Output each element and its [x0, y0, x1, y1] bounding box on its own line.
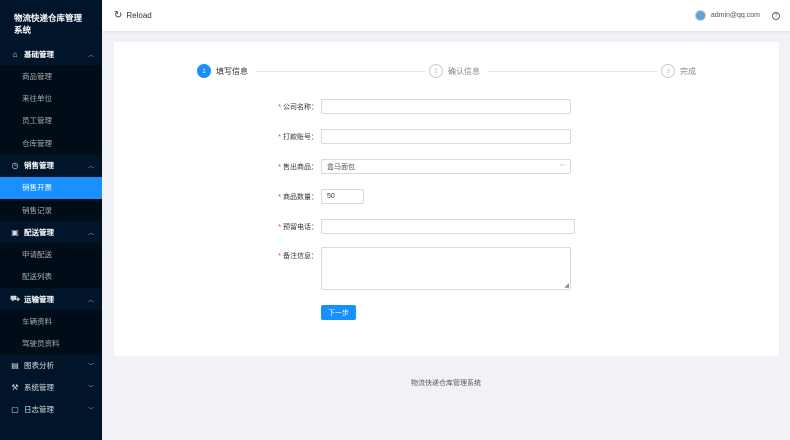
- truck-icon: ▣: [11, 227, 19, 237]
- menu-item-drivers[interactable]: 驾驶员资料: [0, 333, 102, 355]
- help-icon[interactable]: ?: [772, 11, 780, 20]
- menu-group-sales[interactable]: ◷ 销售管理 ︿: [0, 155, 102, 177]
- product-label: * 售出商品：: [278, 163, 318, 171]
- resize-handle-icon[interactable]: ◢: [564, 282, 569, 289]
- menu-item-apply-delivery[interactable]: 申请配送: [0, 243, 102, 265]
- menu-item-partners[interactable]: 来往单位: [0, 87, 102, 109]
- step-connector: [487, 71, 657, 72]
- step-connector: [255, 71, 425, 72]
- menu-group-charts[interactable]: ▤ 图表分析 ﹀: [0, 355, 102, 377]
- chevron-down-icon: ﹀: [558, 165, 565, 171]
- remark-textarea[interactable]: ◢: [321, 247, 571, 290]
- avatar[interactable]: [694, 10, 706, 21]
- top-header: ↻ Reload admin@qq.com ?: [102, 0, 790, 31]
- clock-icon: ◷: [11, 161, 19, 171]
- next-step-button[interactable]: 下一步: [321, 305, 356, 320]
- phone-input[interactable]: [321, 219, 575, 234]
- home-icon: ⌂: [12, 49, 18, 59]
- reload-icon: ↻: [114, 10, 123, 21]
- quantity-label: * 商品数量：: [278, 193, 318, 201]
- menu-group-basic[interactable]: ⌂ 基础管理 ︿: [0, 43, 102, 65]
- footer-text: 物流快递仓库管理系统: [411, 380, 481, 387]
- chevron-down-icon: ﹀: [87, 386, 94, 393]
- company-label: * 公司名称：: [278, 103, 318, 111]
- menu-group-system[interactable]: ⚒ 系统管理 ﹀: [0, 377, 102, 399]
- menu-group-delivery[interactable]: ▣ 配送管理 ︿: [0, 221, 102, 243]
- menu-item-sales-records[interactable]: 销售记录: [0, 199, 102, 221]
- transport-icon: ⛟: [10, 294, 21, 304]
- chevron-down-icon: ﹀: [87, 364, 94, 371]
- company-name-input[interactable]: [321, 99, 571, 114]
- menu-item-sales-invoice[interactable]: 销售开票: [0, 176, 102, 199]
- form-card: 1 填写信息 2 确认信息 3 完成 * 公司名称： * 打款账号： * 售出商品： …: [114, 42, 779, 356]
- menu-group-logs[interactable]: ▢ 日志管理 ﹀: [0, 399, 102, 421]
- chart-icon: ▤: [11, 361, 19, 371]
- step-1: 1 填写信息: [197, 64, 248, 78]
- step-2: 2 确认信息: [429, 64, 480, 78]
- chevron-up-icon: ︿: [87, 52, 94, 59]
- menu-item-products[interactable]: 商品管理: [0, 65, 102, 87]
- menu-item-employees[interactable]: 员工管理: [0, 110, 102, 132]
- sidebar: 物流快递仓库管理系统 ⌂ 基础管理 ︿ 商品管理 来往单位 员工管理 仓库管理 …: [0, 0, 102, 440]
- account-label: * 打款账号：: [278, 133, 318, 141]
- menu-group-transport[interactable]: ⛟ 运输管理 ︿: [0, 288, 102, 310]
- quantity-input[interactable]: 50: [321, 189, 364, 204]
- app-logo-title: 物流快递仓库管理系统: [14, 13, 83, 35]
- reload-button[interactable]: ↻ Reload: [114, 10, 152, 21]
- menu-item-warehouses[interactable]: 仓库管理: [0, 132, 102, 154]
- steps-progress: 1 填写信息 2 确认信息 3 完成: [197, 64, 697, 80]
- log-icon: ▢: [11, 405, 19, 415]
- menu-item-vehicles[interactable]: 车辆资料: [0, 310, 102, 332]
- phone-label: * 预留电话：: [278, 223, 318, 231]
- menu-item-delivery-list[interactable]: 配送列表: [0, 266, 102, 288]
- chevron-up-icon: ︿: [87, 164, 94, 171]
- step-3: 3 完成: [661, 64, 696, 78]
- chevron-down-icon: ﹀: [87, 408, 94, 415]
- user-email[interactable]: admin@qq.com: [711, 12, 760, 19]
- account-number-input[interactable]: [321, 129, 571, 144]
- chevron-up-icon: ︿: [87, 230, 94, 237]
- remark-label: * 备注信息：: [278, 253, 318, 260]
- tool-icon: ⚒: [11, 383, 19, 393]
- product-select[interactable]: 盒马面包 ﹀: [321, 159, 571, 174]
- chevron-up-icon: ︿: [87, 297, 94, 304]
